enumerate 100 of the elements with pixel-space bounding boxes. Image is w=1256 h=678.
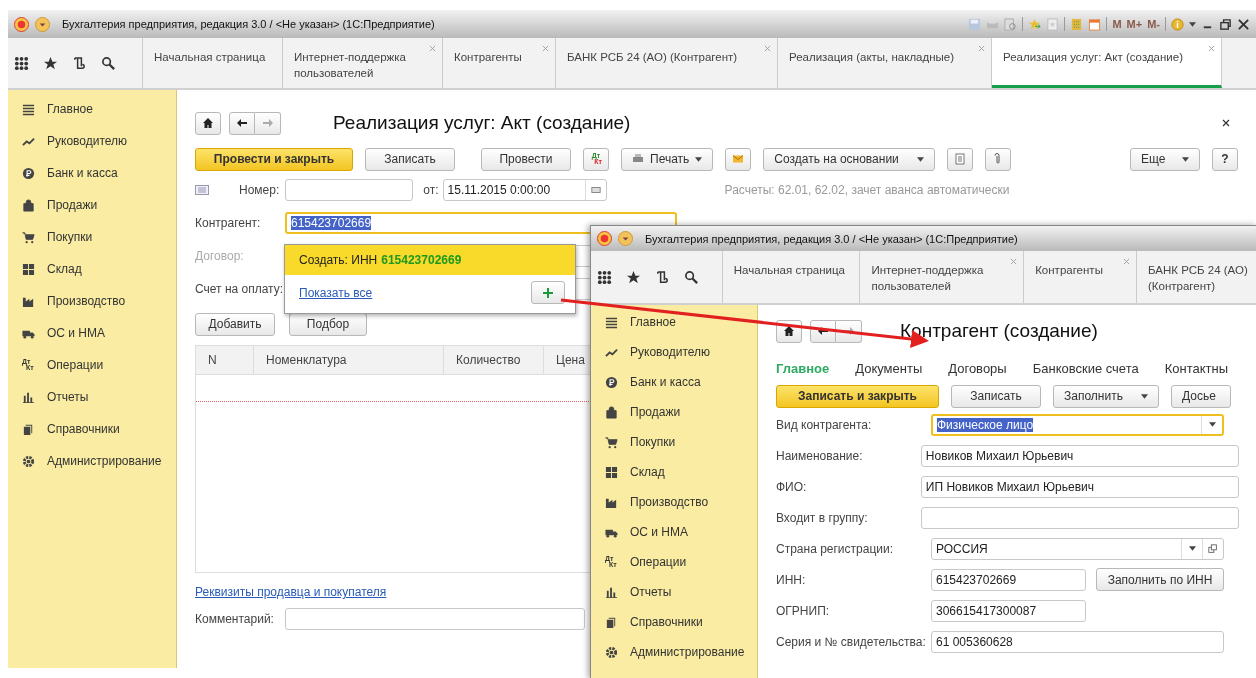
sidebar-item[interactable]: Продажи: [591, 397, 757, 427]
sidebar-item[interactable]: ОС и НМА: [8, 317, 176, 349]
sidebar-item[interactable]: Производство: [591, 487, 757, 517]
tab[interactable]: БАНК РСБ 24 (АО) (Контрагент): [1137, 251, 1256, 303]
create-menu-item[interactable]: Создать: ИНН 615423702669: [285, 245, 575, 275]
details-link[interactable]: Реквизиты продавца и покупателя: [195, 585, 387, 599]
info-icon[interactable]: [1171, 17, 1184, 31]
input-field[interactable]: 306615417300087: [931, 599, 1086, 622]
search-icon[interactable]: [101, 55, 116, 71]
sidebar-item[interactable]: Отчеты: [8, 381, 176, 413]
save-and-close-button[interactable]: Записать и закрыть: [776, 384, 939, 408]
input-field[interactable]: [920, 506, 1239, 529]
tab[interactable]: Начальная страница: [143, 38, 283, 88]
tab[interactable]: БАНК РСБ 24 (АО) (Контрагент): [556, 38, 778, 88]
section-tab[interactable]: Документы: [855, 360, 923, 376]
close-icon[interactable]: [1237, 17, 1250, 31]
save-button[interactable]: Записать: [951, 384, 1041, 408]
column-header[interactable]: Цена: [544, 346, 588, 374]
show-all-link[interactable]: Показать все: [299, 285, 373, 300]
section-tab[interactable]: Банковские счета: [1032, 360, 1139, 376]
save-button[interactable]: Записать: [365, 147, 455, 171]
sidebar-item[interactable]: Отчеты: [591, 577, 757, 607]
star-icon[interactable]: [626, 269, 641, 285]
tab[interactable]: Контрагенты: [1024, 251, 1137, 303]
bookmark-icon[interactable]: [1046, 17, 1060, 31]
create-based-on-button[interactable]: Создать на основании: [763, 147, 936, 171]
dropdown-icon[interactable]: [618, 231, 633, 246]
number-field[interactable]: [285, 178, 414, 201]
star-icon[interactable]: [1028, 17, 1042, 31]
calendar-icon[interactable]: [1088, 17, 1102, 31]
memory-button[interactable]: M: [1112, 18, 1122, 30]
memory-button[interactable]: M+: [1126, 18, 1143, 30]
help-button[interactable]: ?: [1212, 147, 1238, 171]
memory-button[interactable]: M-: [1147, 18, 1160, 30]
section-tab[interactable]: Договоры: [948, 360, 1007, 376]
comment-field[interactable]: [285, 607, 585, 630]
history-icon[interactable]: [72, 55, 87, 71]
sidebar-item[interactable]: Склад: [591, 457, 757, 487]
post-button[interactable]: Провести: [481, 147, 571, 171]
sidebar-item[interactable]: Справочники: [8, 413, 176, 445]
back-button[interactable]: [229, 111, 255, 135]
star-icon[interactable]: [43, 55, 58, 71]
input-field[interactable]: 61 005360628: [931, 630, 1224, 653]
tab[interactable]: Интернет-поддержка пользователей: [860, 251, 1025, 303]
dropdown-icon[interactable]: [35, 16, 50, 32]
column-header[interactable]: Номенклатура: [254, 346, 444, 374]
tab[interactable]: Контрагенты: [443, 38, 556, 88]
input-field[interactable]: 615423702669: [931, 568, 1086, 591]
sidebar-item[interactable]: Главное: [8, 93, 176, 125]
date-field[interactable]: 15.11.2015 0:00:00: [442, 178, 607, 201]
input-field[interactable]: 615423702669: [285, 211, 677, 234]
sidebar-item[interactable]: Продажи: [8, 189, 176, 221]
more-button[interactable]: Еще: [1130, 147, 1200, 171]
sidebar-item[interactable]: Администрирование: [591, 637, 757, 667]
add-button[interactable]: [531, 281, 565, 304]
logo-icon[interactable]: [597, 231, 612, 246]
input-field[interactable]: Новиков Михаил Юрьевич: [920, 444, 1239, 467]
dropdown-field[interactable]: РОССИЯ: [931, 537, 1224, 560]
logo-icon[interactable]: [14, 16, 29, 32]
search-icon[interactable]: [684, 269, 699, 285]
add-button[interactable]: Добавить: [195, 312, 275, 336]
fill-button[interactable]: Заполнить: [1053, 384, 1159, 408]
section-tab[interactable]: Контактны: [1164, 360, 1229, 376]
sidebar-item[interactable]: Администрирование: [8, 445, 176, 477]
sidebar-item[interactable]: ОС и НМА: [591, 517, 757, 547]
apps-icon[interactable]: [597, 269, 612, 285]
fill-by-inn-button[interactable]: Заполнить по ИНН: [1096, 568, 1224, 591]
document-button[interactable]: [947, 147, 974, 171]
sidebar-item[interactable]: Банк и касса: [591, 367, 757, 397]
sidebar-item[interactable]: Руководителю: [8, 125, 176, 157]
attachment-button[interactable]: [985, 147, 1012, 171]
caret-icon[interactable]: [1189, 21, 1196, 27]
close-icon[interactable]: [1222, 119, 1230, 127]
sidebar-item[interactable]: Покупки: [591, 427, 757, 457]
selection-button[interactable]: Подбор: [289, 312, 367, 336]
sidebar-item[interactable]: Покупки: [8, 221, 176, 253]
post-and-close-button[interactable]: Провести и закрыть: [195, 147, 353, 171]
column-header[interactable]: N: [196, 346, 254, 374]
preview-icon[interactable]: [1004, 17, 1018, 31]
email-button[interactable]: [725, 147, 752, 171]
history-icon[interactable]: [655, 269, 670, 285]
tab[interactable]: Интернет-поддержка пользователей: [283, 38, 443, 88]
sidebar-item[interactable]: Руководителю: [591, 337, 757, 367]
sidebar-item[interactable]: Склад: [8, 253, 176, 285]
save-icon[interactable]: [968, 17, 982, 31]
restore-icon[interactable]: [1219, 17, 1232, 31]
sidebar-item[interactable]: Справочники: [591, 607, 757, 637]
sidebar-item[interactable]: Производство: [8, 285, 176, 317]
tab[interactable]: Реализация услуг: Акт (создание): [992, 38, 1222, 88]
column-header[interactable]: Количество: [444, 346, 544, 374]
input-field[interactable]: ИП Новиков Михаил Юрьевич: [920, 475, 1239, 498]
sidebar-item[interactable]: Главное: [591, 307, 757, 337]
print-button[interactable]: Печать: [621, 147, 714, 171]
apps-icon[interactable]: [14, 55, 29, 71]
sidebar-item[interactable]: Банк и касса: [8, 157, 176, 189]
dossier-button[interactable]: Досье: [1171, 384, 1231, 408]
calculator-icon[interactable]: [1070, 17, 1084, 31]
tab[interactable]: Начальная страница: [722, 251, 861, 303]
home-button[interactable]: [195, 111, 221, 135]
dropdown-field[interactable]: Физическое лицо: [931, 413, 1224, 436]
